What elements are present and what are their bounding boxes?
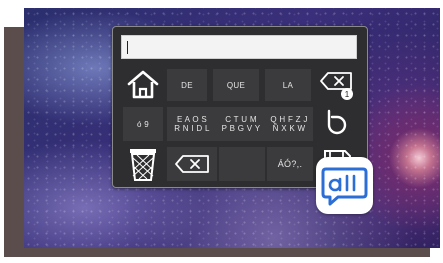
key-group-eaos-line1: E A O S	[176, 115, 208, 124]
home-icon	[126, 69, 160, 99]
text-input-field[interactable]	[121, 35, 357, 59]
word-key-que[interactable]: QUE	[213, 69, 259, 101]
backspace-history-icon: 1	[317, 69, 357, 103]
key-o9[interactable]: ó 9	[123, 107, 163, 141]
key-group-ctum-line2: P B G V Y	[221, 124, 261, 133]
word-key-de[interactable]: DE	[167, 69, 207, 101]
text-caret	[127, 41, 128, 54]
key-group-qhfzj-line1: Q H F Z J	[270, 115, 308, 124]
key-group-ctum-line1: C T U M	[225, 115, 257, 124]
key-group-eaos[interactable]: E A O S R N I D L	[167, 107, 217, 141]
word-key-la[interactable]: LA	[265, 69, 311, 101]
bubble-logo-icon	[324, 109, 350, 139]
key-group-qhfzj-line2: Ñ X K W	[272, 124, 306, 133]
backspace-icon	[173, 154, 211, 174]
punctuation-key[interactable]: ÁÓ?,.	[267, 147, 313, 181]
app-logo-icon	[321, 167, 368, 206]
key-group-eaos-line2: R N I D L	[174, 124, 210, 133]
trash-icon	[127, 146, 159, 182]
app-logo	[316, 157, 373, 214]
backspace-history-key[interactable]: 1	[315, 69, 359, 103]
space-key[interactable]	[219, 147, 265, 181]
backspace-key[interactable]	[167, 147, 217, 181]
clear-all-key[interactable]	[123, 145, 163, 183]
home-key[interactable]	[123, 67, 163, 101]
badge-count: 1	[345, 90, 350, 99]
key-group-qhfzj[interactable]: Q H F Z J Ñ X K W	[265, 107, 313, 141]
prediction-toggle-key[interactable]	[315, 107, 359, 141]
key-group-ctum[interactable]: C T U M P B G V Y	[217, 107, 265, 141]
